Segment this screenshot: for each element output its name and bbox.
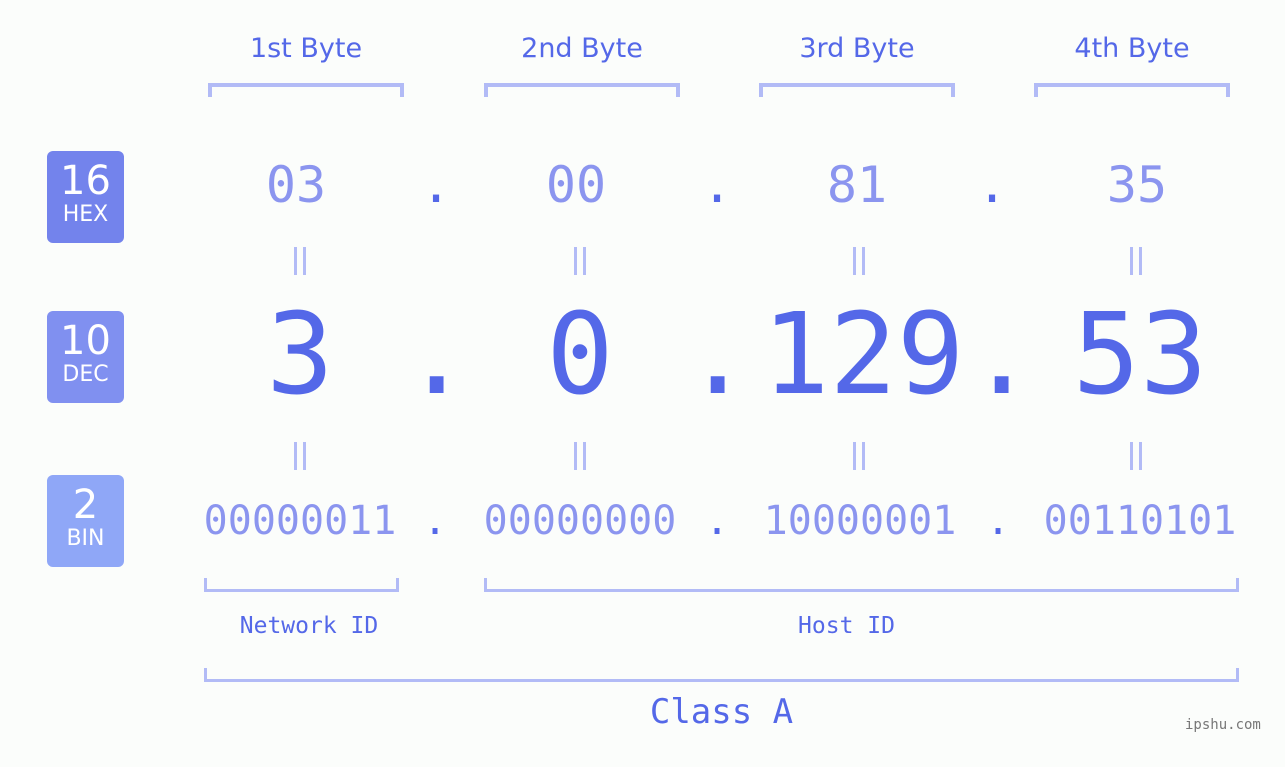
host-id-label: Host ID: [798, 613, 895, 639]
hex-separator-3: .: [976, 156, 1008, 214]
dec-separator-3: .: [968, 290, 1036, 420]
dec-byte-3: 129: [762, 290, 965, 420]
dec-separator-1: .: [403, 290, 471, 420]
bin-badge-label: BIN: [66, 526, 105, 551]
dec-byte-1: 3: [266, 290, 334, 420]
byte-bracket-2: [484, 83, 680, 97]
bin-separator-3: .: [985, 498, 1011, 544]
bin-badge-number: 2: [72, 482, 99, 528]
host-id-bracket: [484, 578, 1239, 592]
bin-separator-1: .: [422, 498, 448, 544]
bin-byte-3: 10000001: [763, 498, 957, 544]
equals-icon: [290, 442, 310, 470]
hex-byte-1: 03: [265, 156, 327, 214]
equals-icon: [570, 442, 590, 470]
byte-header-4: 4th Byte: [1074, 33, 1190, 64]
equals-icon: [849, 442, 869, 470]
equals-icon: [1126, 442, 1146, 470]
equals-icon: [570, 247, 590, 275]
network-id-bracket: [204, 578, 399, 592]
hex-separator-1: .: [420, 156, 452, 214]
byte-bracket-3: [759, 83, 955, 97]
byte-header-3: 3rd Byte: [799, 33, 915, 64]
byte-header-2: 2nd Byte: [521, 33, 643, 64]
equals-icon: [290, 247, 310, 275]
hex-badge: 16 HEX: [47, 151, 124, 243]
hex-badge-label: HEX: [62, 202, 109, 227]
bin-separator-2: .: [704, 498, 730, 544]
hex-byte-2: 00: [545, 156, 607, 214]
network-id-label: Network ID: [239, 613, 379, 639]
equals-icon: [849, 247, 869, 275]
bin-byte-1: 00000011: [203, 498, 397, 544]
bin-byte-2: 00000000: [483, 498, 677, 544]
byte-header-1: 1st Byte: [249, 33, 363, 64]
dec-byte-2: 0: [546, 290, 614, 420]
equals-icon: [1126, 247, 1146, 275]
bin-byte-4: 00110101: [1043, 498, 1237, 544]
hex-separator-2: .: [701, 156, 733, 214]
hex-byte-3: 81: [826, 156, 888, 214]
byte-bracket-4: [1034, 83, 1230, 97]
byte-bracket-1: [208, 83, 404, 97]
class-label: Class A: [649, 692, 794, 732]
class-bracket: [204, 668, 1239, 682]
bin-badge: 2 BIN: [47, 475, 124, 567]
dec-badge-number: 10: [60, 318, 111, 364]
watermark: ipshu.com: [1185, 717, 1261, 733]
dec-badge: 10 DEC: [47, 311, 124, 403]
dec-badge-label: DEC: [62, 362, 109, 387]
dec-byte-4: 53: [1072, 290, 1208, 420]
hex-byte-4: 35: [1106, 156, 1168, 214]
dec-separator-2: .: [684, 290, 752, 420]
hex-badge-number: 16: [60, 158, 111, 204]
